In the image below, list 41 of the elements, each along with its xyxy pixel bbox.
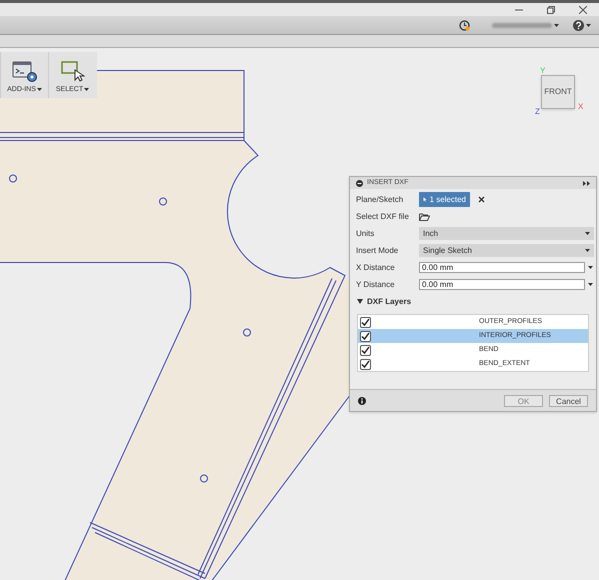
restore-icon[interactable]: [547, 6, 555, 14]
collapse-icon[interactable]: [356, 180, 363, 186]
group-header[interactable]: DXF Layers: [350, 293, 596, 310]
field-label: Plane/Sketch: [356, 194, 404, 206]
caret-icon[interactable]: [84, 88, 90, 92]
layer-checkbox[interactable]: [360, 344, 371, 356]
dropdown[interactable]: Single Sketch: [419, 244, 594, 257]
axis-label: Y: [540, 65, 546, 77]
clock-icon[interactable]: [459, 20, 470, 30]
caret-icon[interactable]: [36, 88, 42, 92]
field-label: Insert Mode: [356, 244, 400, 256]
view-cube[interactable]: FRONT: [541, 75, 575, 109]
field-label: Select DXF file: [356, 210, 410, 222]
caret-icon[interactable]: [554, 24, 559, 26]
cursor-icon: [423, 195, 427, 204]
selection-box-icon: [60, 60, 84, 82]
dropdown[interactable]: Inch: [419, 227, 594, 240]
distance-input[interactable]: 0.00 mm: [419, 279, 585, 290]
layer-checkbox[interactable]: [360, 330, 371, 342]
caret-icon: [585, 232, 590, 235]
folder-icon[interactable]: [419, 212, 430, 220]
dialog-button[interactable]: Cancel: [549, 394, 588, 406]
caret-icon[interactable]: [588, 283, 593, 286]
layer-checkbox[interactable]: [360, 316, 371, 328]
close-icon[interactable]: [579, 6, 587, 14]
caret-icon: [585, 249, 590, 252]
field-label: Y Distance: [356, 278, 396, 290]
close-icon[interactable]: [478, 196, 485, 203]
expand-icon[interactable]: [583, 180, 590, 186]
distance-input[interactable]: 0.00 mm: [419, 262, 585, 273]
field-label: Units: [356, 228, 376, 240]
help-icon[interactable]: [573, 20, 584, 30]
axis-label: X: [578, 101, 584, 113]
caret-icon[interactable]: [586, 24, 591, 26]
field-label: X Distance: [356, 262, 396, 274]
script-gear-icon: [12, 60, 38, 82]
info-icon[interactable]: [358, 396, 366, 404]
layer-checkbox[interactable]: [360, 358, 371, 370]
caret-icon[interactable]: [588, 266, 593, 269]
selection-button[interactable]: 1 selected: [419, 192, 470, 207]
axis-label: Z: [535, 106, 540, 118]
